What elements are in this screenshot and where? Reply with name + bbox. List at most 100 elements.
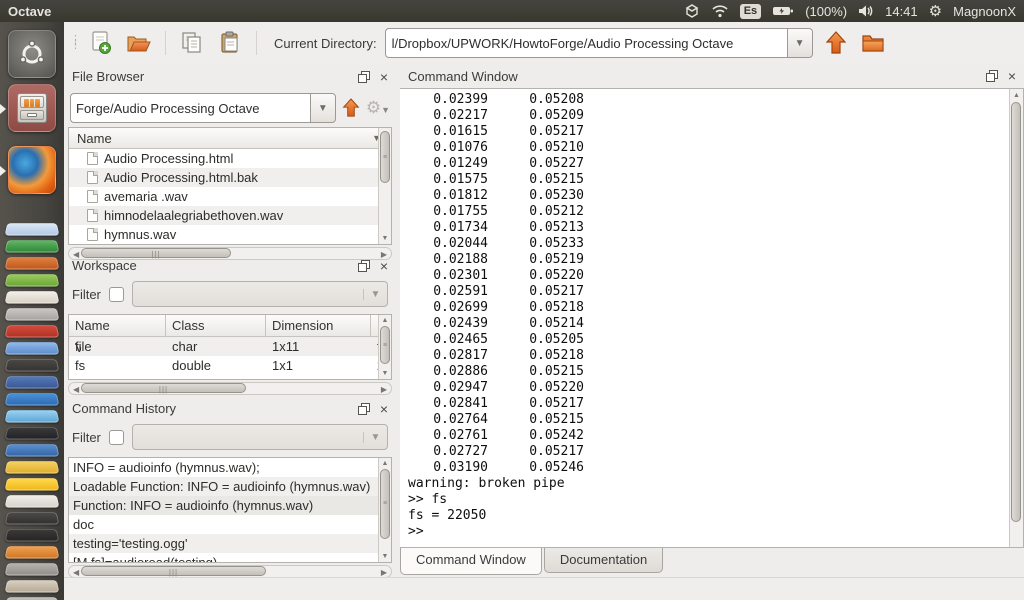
paste-button[interactable] [215,28,245,58]
output-line: 0.012490.05227 [408,156,1009,172]
command-window-titlebar: Command Window × [400,64,1024,88]
file-browser-up-button[interactable] [342,97,360,119]
bottom-tab[interactable]: Documentation [544,548,663,573]
bottom-tab-bar: Command WindowDocumentation [400,548,665,576]
browse-directory-button[interactable] [859,28,889,58]
workspace-filter-label: Filter [72,287,101,302]
aqualung-icon[interactable] [4,342,59,354]
paper-plane-app-icon[interactable] [4,444,59,456]
bottom-tab[interactable]: Command Window [400,548,542,575]
undock-panel-icon[interactable] [358,260,370,272]
directory-up-button[interactable] [821,28,851,58]
toolbar-grip-handle[interactable]: ⋮⋮ [70,38,78,48]
session-gear-icon[interactable]: ⚙ [929,2,942,20]
sync-icon[interactable] [684,3,700,19]
current-directory-combobox[interactable]: l/Dropbox/UPWORK/HowtoForge/Audio Proces… [385,28,813,58]
undock-panel-icon[interactable] [358,403,370,415]
disc-burner-icon[interactable] [4,410,59,422]
libreoffice-calc-icon[interactable] [4,240,59,252]
history-item[interactable]: INFO = audioinfo (hymnus.wav); [69,458,378,477]
file-list-vertical-scrollbar[interactable]: ≡ ▼ [378,128,391,244]
volume-icon[interactable] [858,4,874,18]
undock-panel-icon[interactable] [358,71,370,83]
launchpad-icon[interactable] [4,427,59,439]
file-manager-icon[interactable] [8,84,56,132]
name-column-header[interactable]: Name [77,131,112,146]
facebook-app-icon[interactable] [4,376,59,388]
command-history-filter-checkbox[interactable] [109,430,124,445]
camera-app-icon[interactable] [4,529,59,541]
file-row[interactable]: hymnus.wav [69,225,378,244]
firefox-icon[interactable] [8,146,56,194]
media-player-icon[interactable] [4,308,59,320]
close-panel-icon[interactable]: × [380,260,388,272]
undock-panel-icon[interactable] [986,70,998,82]
keyboard-layout-indicator[interactable]: Es [740,4,761,19]
keyboard-app-icon[interactable] [4,563,59,575]
close-panel-icon[interactable]: × [380,71,388,83]
wifi-icon[interactable] [711,4,729,18]
ubuntu-software-icon[interactable] [4,274,59,286]
column-header-class[interactable]: Class [166,315,266,336]
utility-app-icon[interactable] [4,495,59,507]
fs[interactable]: fsdouble1x122050 [69,356,378,375]
history-item[interactable]: Function: INFO = audioinfo (hymnus.wav) [69,496,378,515]
file[interactable]: filechar1x11testing.ogg [69,337,378,356]
file-browser-path-value[interactable]: Forge/Audio Processing Octave [70,93,310,123]
workspace-vertical-scrollbar[interactable]: ▲ ≡ ▼ [378,315,391,379]
current-directory-value[interactable]: l/Dropbox/UPWORK/HowtoForge/Audio Proces… [385,28,787,58]
ubuntu-dash-icon[interactable] [8,30,56,78]
history-item[interactable]: testing='testing.ogg' [69,534,378,553]
open-file-button[interactable] [124,28,154,58]
workspace-filter-combobox[interactable]: ▼ [132,281,388,307]
username-label[interactable]: MagnoonX [953,4,1016,19]
workspace-panel: Workspace × Filter ▼ NameClassDimensionV… [64,253,396,396]
workspace-filter-checkbox[interactable] [109,287,124,302]
command-window-vertical-scrollbar[interactable]: ▲ [1009,89,1023,547]
close-panel-icon[interactable]: × [1008,70,1016,82]
file-row[interactable]: Audio Processing.html.bak [69,168,378,187]
libreoffice-impress-icon[interactable] [4,257,59,269]
unity-launcher [0,22,64,600]
output-line: 0.027610.05242 [408,428,1009,444]
gimp-like-app-icon[interactable] [4,546,59,558]
totem-icon[interactable] [4,393,59,405]
system-top-bar: Octave Es (100%) 14:41 ⚙ MagnoonX [0,0,1024,22]
column-header-dimension[interactable]: Dimension [266,315,371,336]
close-panel-icon[interactable]: × [380,403,388,415]
amazon-icon[interactable] [4,291,59,303]
workspace-rows: filechar1x11testing.ogg fsdouble1x122050 [69,337,378,375]
current-directory-dropdown-arrow[interactable]: ▼ [787,28,813,58]
cyberduck-icon[interactable] [4,478,59,490]
libreoffice-writer-icon[interactable] [4,223,59,235]
settings-app-icon[interactable] [4,359,59,371]
history-item[interactable]: doc [69,515,378,534]
tool-app-icon[interactable] [4,325,59,337]
file-browser-actions-gear-icon[interactable]: ⚙▼ [366,98,390,118]
command-history-vertical-scrollbar[interactable]: ▲ ≡ ▼ [378,458,391,562]
workspace-table-header[interactable]: NameClassDimensionValue [69,315,378,337]
command-history-filter-combobox[interactable]: ▼ [132,424,388,450]
copy-button[interactable] [177,28,207,58]
output-line: 0.026990.05218 [408,300,1009,316]
file-browser-path-combobox[interactable]: Forge/Audio Processing Octave ▼ [70,93,336,123]
octave-toolbar: ⋮⋮ Current Directory: l/Dropbox/UPWORK/H… [64,22,1024,64]
file-row[interactable]: avemaria .wav [69,187,378,206]
battery-icon[interactable] [772,5,794,17]
file-list-header[interactable]: Name ▼ [69,128,391,149]
history-item[interactable]: [M,fs]=audioread(testing) [69,553,378,563]
history-item[interactable]: Loadable Function: INFO = audioinfo (hym… [69,477,378,496]
file-browser-path-dropdown-arrow[interactable]: ▼ [310,93,336,123]
recorder-app-icon[interactable] [4,512,59,524]
dropdown-arrow-icon: ▼ [363,432,387,443]
column-header-name[interactable]: Name [69,315,166,336]
terminal-area[interactable]: 0.023990.052080.022170.052090.016150.052… [400,88,1024,548]
clock[interactable]: 14:41 [885,4,918,19]
workspace-horizontal-scrollbar[interactable]: ◀ ||| ▶ [68,382,392,395]
output-line: 0.025910.05217 [408,284,1009,300]
new-script-button[interactable] [86,28,116,58]
file-row[interactable]: himnodelaalegriabethoven.wav [69,206,378,225]
archive-app-icon[interactable] [4,580,59,592]
file-row[interactable]: Audio Processing.html [69,149,378,168]
python-app-icon[interactable] [4,461,59,473]
